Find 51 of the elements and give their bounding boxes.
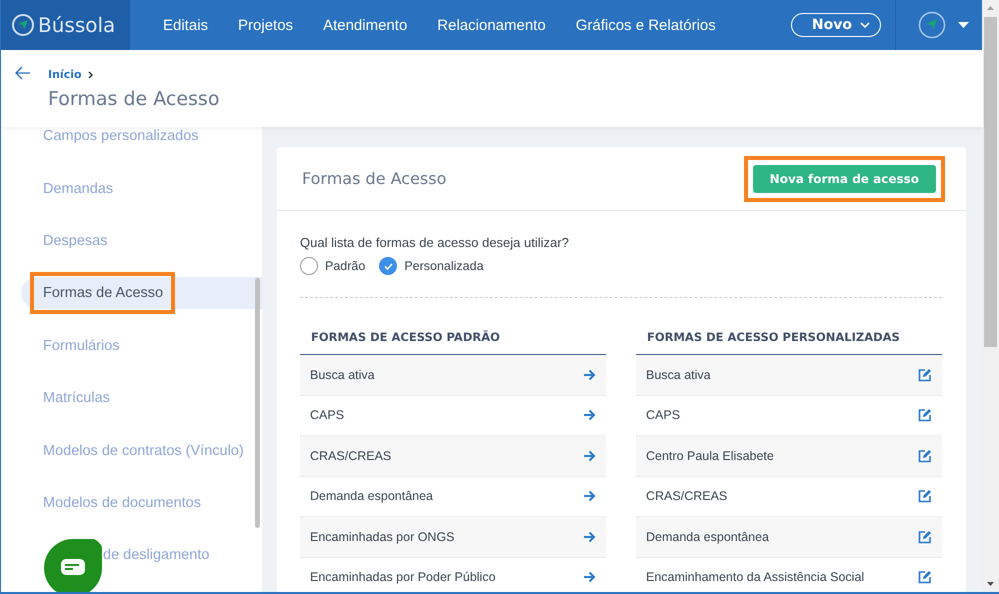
arrow-right-icon[interactable] [583,450,596,462]
list-item: CAPS [310,408,344,422]
caret-down-icon[interactable] [958,22,969,28]
list-item: Encaminhamento da Assistência Social [646,570,864,584]
arrow-right-icon[interactable] [583,409,596,422]
radio-option[interactable]: Personalizada [379,257,484,275]
arrow-right-icon[interactable] [583,490,596,502]
edit-icon[interactable] [918,530,932,544]
new-dropdown-button[interactable]: Novo [790,13,881,37]
compass-logo-icon [11,13,35,37]
list-item: Encaminhadas por Poder Público [310,570,496,584]
radio-option[interactable]: Padrão [300,257,366,275]
new-access-form-button[interactable]: Nova forma de acesso [752,164,936,192]
list-item: Centro Paula Elisabete [646,448,774,463]
arrow-right-icon[interactable] [583,571,596,584]
list-item: CRAS/CREAS [646,489,728,504]
back-arrow-icon[interactable] [15,66,31,80]
question-text: Qual lista de formas de acesso deseja utilizar? [300,235,570,250]
edit-icon[interactable] [918,489,932,504]
edit-icon[interactable] [918,408,932,422]
checkmark-icon [384,262,393,270]
list-item: Demanda espontânea [310,489,434,504]
nav-link[interactable]: Editais [148,16,224,34]
arrow-right-icon[interactable] [583,368,596,381]
arrow-right-icon[interactable] [583,530,596,543]
chevron-down-icon [860,22,870,28]
edit-icon[interactable] [918,448,932,463]
edit-icon[interactable] [918,368,932,382]
logo-text: Bússola [38,13,116,37]
card-title: Formas de Acesso [302,169,446,188]
list-item: CAPS [646,408,680,422]
chat-bubble-icon[interactable] [42,537,104,592]
list-item: Busca ativa [310,368,375,382]
page-title: Formas de Acesso [48,88,220,110]
avatar-icon[interactable] [918,11,946,39]
radio-button[interactable] [379,257,398,275]
chevron-right-icon [88,70,93,78]
breadcrumb-link[interactable]: Início [48,68,82,81]
list-item: Busca ativa [646,368,711,382]
radio-button[interactable] [300,257,318,275]
nav-link[interactable]: Relacionamento [422,16,561,34]
nav-link[interactable]: Projetos [223,16,308,34]
edit-icon[interactable] [918,570,932,584]
list-item: Encaminhadas por ONGS [310,530,455,544]
list-item: CRAS/CREAS [310,448,392,463]
nav-link[interactable]: Atendimento [308,16,422,34]
nav-link[interactable]: Gráficos e Relatórios [560,16,731,34]
list-item: Demanda espontânea [646,530,770,544]
sidebar-item[interactable]: Formas de Acesso [21,277,262,310]
scrollbar-thumb[interactable] [984,17,997,347]
scrollbar-thumb[interactable] [255,278,260,528]
